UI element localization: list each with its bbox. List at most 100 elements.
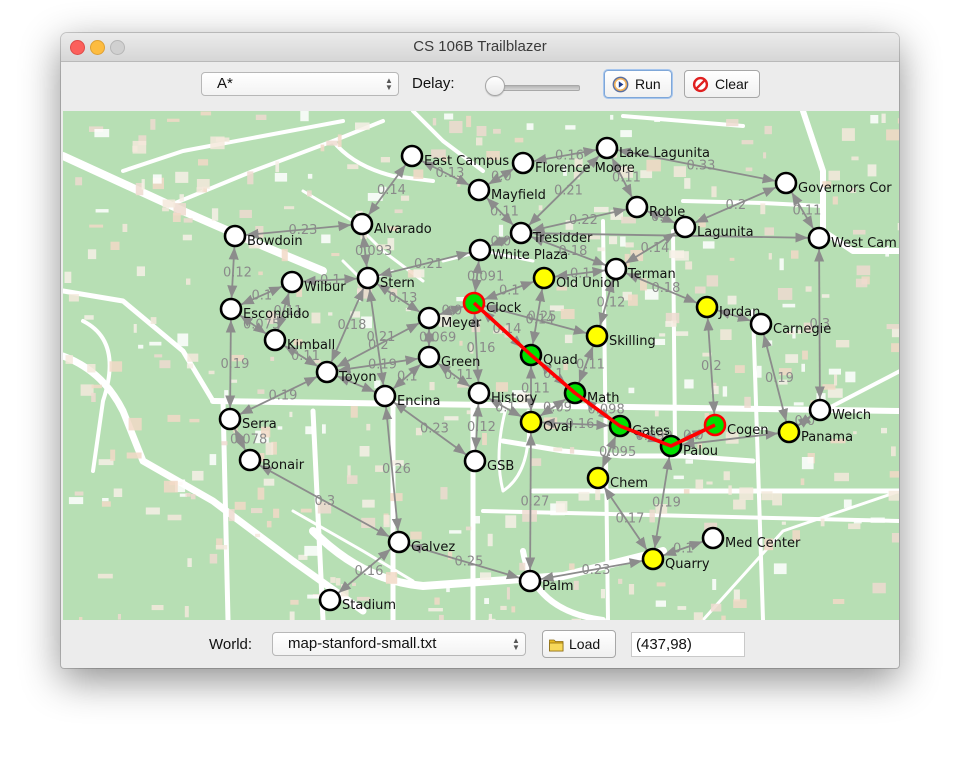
node-circle[interactable] bbox=[263, 328, 287, 352]
node-circle[interactable] bbox=[223, 224, 247, 248]
building-block bbox=[834, 374, 838, 386]
graph-node-skilling[interactable]: Skilling bbox=[585, 324, 656, 349]
algorithm-select[interactable]: A* ▲ ▼ bbox=[201, 72, 399, 96]
building-block bbox=[380, 157, 390, 163]
node-circle[interactable] bbox=[350, 212, 374, 236]
node-circle[interactable] bbox=[467, 381, 491, 405]
building-block bbox=[209, 553, 218, 564]
building-block bbox=[91, 384, 102, 389]
clear-button[interactable]: Clear bbox=[684, 70, 760, 98]
node-circle[interactable] bbox=[417, 306, 441, 330]
node-circle[interactable] bbox=[808, 398, 832, 422]
building-block bbox=[366, 423, 371, 431]
building-block bbox=[779, 258, 784, 271]
edge-weight-label: 0.069 bbox=[419, 331, 456, 346]
node-circle[interactable] bbox=[807, 226, 831, 250]
node-circle[interactable] bbox=[511, 151, 535, 175]
node-circle[interactable] bbox=[315, 360, 339, 384]
node-circle[interactable] bbox=[695, 295, 719, 319]
graph-node-stern[interactable]: Stern bbox=[356, 266, 415, 291]
graph-node-math[interactable]: Math bbox=[563, 381, 620, 406]
map-canvas[interactable]: 0.13 0.14 0.0 0.16 0.33 0.11 0.21 0.11 0.22 0.1 0.… bbox=[63, 111, 899, 620]
building-block bbox=[685, 459, 693, 464]
building-block bbox=[189, 418, 200, 423]
building-block bbox=[853, 229, 866, 235]
graph-node-stadium[interactable]: Stadium bbox=[318, 588, 396, 613]
building-block bbox=[179, 194, 184, 202]
edge-weight-label: 0.18 bbox=[338, 318, 367, 333]
graph-node-roble[interactable]: Roble bbox=[625, 195, 685, 220]
delay-slider-knob[interactable] bbox=[485, 76, 505, 96]
building-block bbox=[760, 203, 766, 215]
graph-node-galvez[interactable]: Galvez bbox=[387, 530, 455, 555]
node-circle[interactable] bbox=[318, 588, 342, 612]
graph-node-chem[interactable]: Chem bbox=[586, 466, 648, 491]
graph-node-panama[interactable]: Panama bbox=[777, 420, 853, 445]
node-circle[interactable] bbox=[238, 448, 262, 472]
graph-node-serra[interactable]: Serra bbox=[218, 407, 277, 432]
building-block bbox=[228, 509, 235, 522]
building-block bbox=[506, 587, 510, 600]
node-circle[interactable] bbox=[356, 266, 380, 290]
node-circle[interactable] bbox=[625, 195, 649, 219]
building-block bbox=[208, 370, 215, 375]
graph-node-alvarado[interactable]: Alvarado bbox=[350, 212, 432, 237]
node-circle[interactable] bbox=[518, 569, 542, 593]
node-label: Escondido bbox=[243, 307, 309, 322]
node-circle[interactable] bbox=[417, 345, 441, 369]
node-label: Skilling bbox=[609, 334, 656, 349]
graph-node-west-campus[interactable]: West Cam bbox=[807, 226, 897, 251]
node-circle[interactable] bbox=[509, 221, 533, 245]
building-block bbox=[595, 489, 601, 501]
building-block bbox=[449, 121, 463, 134]
node-circle[interactable] bbox=[400, 144, 424, 168]
node-circle[interactable] bbox=[749, 312, 773, 336]
node-circle[interactable] bbox=[387, 530, 411, 554]
building-block bbox=[182, 234, 192, 241]
graph-node-quad[interactable]: Quad bbox=[519, 343, 578, 368]
world-select[interactable]: map-stanford-small.txt ▲ ▼ bbox=[272, 632, 526, 656]
node-circle[interactable] bbox=[532, 266, 556, 290]
run-button[interactable]: Run bbox=[604, 70, 672, 98]
coordinate-readout: (437,98) bbox=[631, 632, 745, 657]
node-circle[interactable] bbox=[373, 384, 397, 408]
building-block bbox=[300, 111, 309, 122]
node-circle[interactable] bbox=[463, 449, 487, 473]
node-circle[interactable] bbox=[595, 136, 619, 160]
node-circle[interactable] bbox=[218, 407, 242, 431]
building-block bbox=[211, 208, 219, 221]
building-block bbox=[827, 388, 843, 398]
graph-node-lagunita[interactable]: Lagunita bbox=[673, 215, 754, 240]
node-circle[interactable] bbox=[519, 410, 543, 434]
node-circle[interactable] bbox=[673, 215, 697, 239]
load-button-label: Load bbox=[569, 636, 601, 652]
edge-weight-label: 0.19 bbox=[269, 389, 298, 404]
node-circle[interactable] bbox=[777, 420, 801, 444]
building-block bbox=[872, 582, 886, 594]
node-circle[interactable] bbox=[219, 297, 243, 321]
node-circle[interactable] bbox=[467, 178, 491, 202]
building-block bbox=[659, 333, 666, 337]
building-block bbox=[234, 501, 246, 510]
edge-weight-label: 0.22 bbox=[569, 213, 598, 228]
node-circle[interactable] bbox=[701, 526, 725, 550]
building-block bbox=[273, 508, 280, 518]
building-block bbox=[304, 545, 318, 556]
node-circle[interactable] bbox=[468, 238, 492, 262]
node-circle[interactable] bbox=[585, 324, 609, 348]
edge-weight-label: 0.14 bbox=[377, 183, 406, 198]
load-button[interactable]: Load bbox=[542, 630, 616, 658]
node-circle[interactable] bbox=[280, 270, 304, 294]
node-circle[interactable] bbox=[774, 171, 798, 195]
graph-node-kimball[interactable]: Kimball bbox=[263, 328, 335, 353]
node-circle[interactable] bbox=[586, 466, 610, 490]
building-block bbox=[805, 286, 812, 292]
building-block bbox=[684, 178, 691, 189]
building-block bbox=[109, 361, 123, 372]
building-block bbox=[727, 295, 737, 305]
graph-node-gsb[interactable]: GSB bbox=[463, 449, 514, 474]
building-block bbox=[764, 125, 772, 135]
building-block bbox=[564, 334, 573, 344]
node-circle[interactable] bbox=[641, 547, 665, 571]
building-block bbox=[853, 519, 862, 524]
